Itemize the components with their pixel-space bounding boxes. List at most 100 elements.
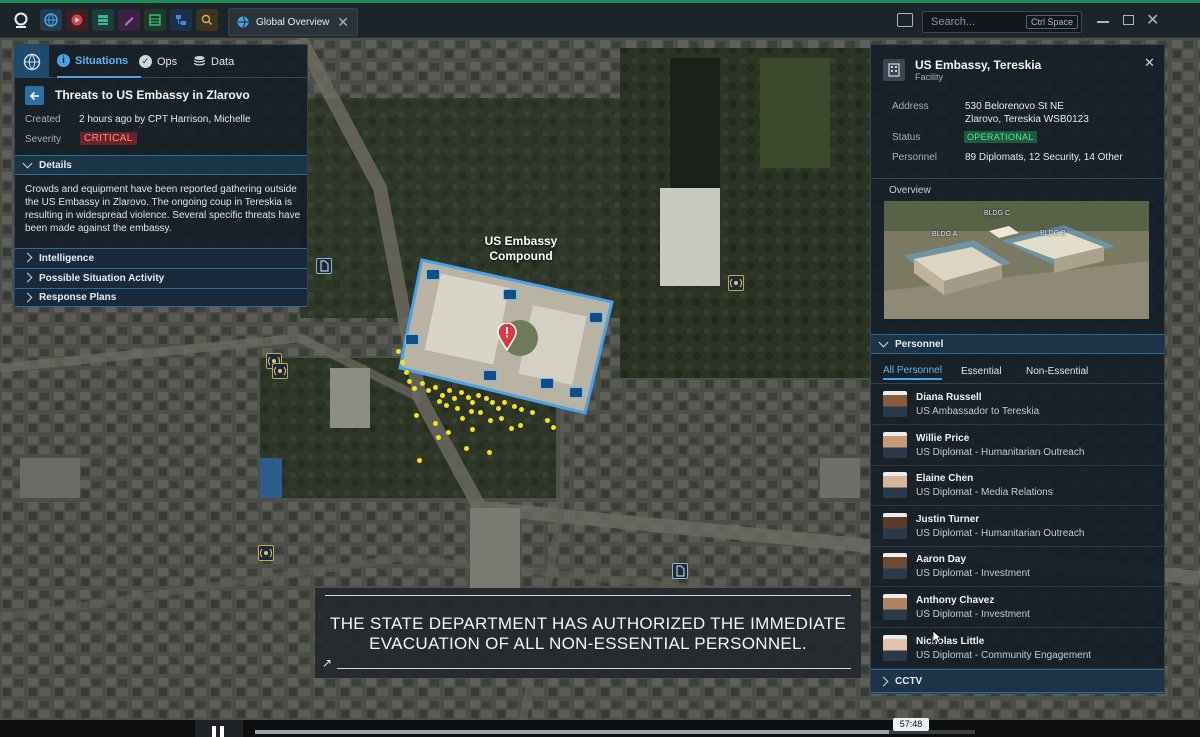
crowd-dot (407, 379, 412, 384)
details-section-header[interactable]: Details (15, 155, 307, 175)
personnel-role: US Diplomat - Community Engagement (916, 649, 1092, 661)
crowd-dot (440, 393, 445, 398)
personnel-name: Willie Price (916, 432, 970, 444)
cctv-camera-icon[interactable] (540, 378, 554, 389)
tab-all-personnel[interactable]: All Personnel (883, 365, 942, 380)
expand-arrow-icon[interactable]: ↗ (322, 656, 332, 670)
cctv-camera-icon[interactable] (426, 269, 440, 280)
inbox-icon[interactable] (897, 13, 913, 27)
table-app-icon[interactable] (144, 9, 166, 31)
crowd-dot (414, 413, 419, 418)
search-shortcut-badge: Ctrl Space (1025, 15, 1078, 29)
cctv-camera-icon[interactable] (569, 387, 583, 398)
back-arrow-icon[interactable] (25, 86, 44, 105)
search-placeholder: Search... (931, 16, 976, 28)
crowd-dot (502, 400, 507, 405)
personnel-row[interactable]: Diana Russell US Ambassador to Tereskia (871, 385, 1164, 425)
tab-essential[interactable]: Essential (961, 366, 1002, 377)
crowd-dot (455, 406, 460, 411)
intelligence-section-header[interactable]: Intelligence (15, 248, 307, 268)
personnel-role: US Diplomat - Investment (916, 568, 1030, 580)
address-line1: 530 Belorenovo St NE (965, 101, 1064, 112)
cctv-camera-icon[interactable] (405, 334, 419, 345)
app-logo-icon[interactable] (10, 9, 32, 31)
personnel-name: Justin Turner (916, 513, 980, 525)
crowd-dot (460, 416, 465, 421)
avatar (883, 553, 907, 580)
cctv-camera-icon[interactable] (589, 312, 603, 323)
personnel-row[interactable]: Nicholas Little US Diplomat - Community E… (871, 629, 1164, 669)
status-badge: OPERATIONAL (964, 131, 1037, 143)
crowd-dot (426, 388, 431, 393)
crowd-dot (420, 381, 425, 386)
crowd-dot (444, 403, 449, 408)
possible-activity-section-header[interactable]: Possible Situation Activity (15, 268, 307, 288)
crowd-dot (466, 395, 471, 400)
cctv-camera-icon[interactable] (503, 289, 517, 300)
response-plans-section-header[interactable]: Response Plans (15, 288, 307, 307)
avatar (883, 431, 907, 458)
document-marker-icon[interactable] (316, 258, 332, 274)
video-progress-track[interactable] (255, 730, 975, 734)
tab-global-overview[interactable]: Global Overview ✕ (228, 8, 358, 36)
check-circle-icon: ✓ (139, 55, 152, 68)
pause-button[interactable] (195, 720, 243, 737)
tab-non-essential[interactable]: Non-Essential (1026, 366, 1088, 377)
compound-label: US Embassy Compound (462, 234, 580, 264)
info-icon: i (57, 54, 70, 67)
personnel-row[interactable]: Elaine Chen US Diplomat - Media Relations (871, 466, 1164, 507)
tab-situations-label: Situations (75, 54, 129, 67)
personnel-name: Elaine Chen (916, 473, 974, 485)
cctv-camera-icon[interactable] (483, 370, 497, 381)
video-app-icon[interactable] (66, 9, 88, 31)
chevron-right-icon (22, 252, 33, 263)
minimize-icon[interactable] (1097, 21, 1109, 23)
top-bar: Global Overview ✕ Search... Ctrl Space ✕ (0, 0, 1200, 38)
personnel-role: US Ambassador to Tereskia (916, 406, 1040, 417)
signal-marker-icon[interactable] (728, 275, 744, 291)
crowd-dot (512, 404, 517, 409)
signal-marker-icon[interactable] (258, 545, 274, 561)
signal-marker-icon[interactable] (272, 363, 288, 379)
address-label: Address (892, 101, 929, 112)
possible-activity-label: Possible Situation Activity (39, 273, 165, 284)
personnel-header-label: Personnel (895, 338, 944, 350)
search-input[interactable]: Search... Ctrl Space (922, 11, 1082, 33)
close-window-icon[interactable]: ✕ (1146, 10, 1159, 30)
chevron-right-icon (22, 272, 33, 283)
crowd-dot (490, 400, 495, 405)
globe-icon[interactable] (15, 45, 49, 78)
cctv-section-header[interactable]: CCTV (871, 669, 1164, 693)
edit-app-icon[interactable] (118, 9, 140, 31)
tab-ops[interactable]: ✓ Ops (139, 45, 199, 78)
maximize-icon[interactable] (1123, 15, 1134, 25)
situation-panel: i Situations ✓ Ops Data Threats to US Em… (14, 44, 308, 307)
situation-title: Threats to US Embassy in Zlarovo (55, 88, 250, 102)
personnel-row[interactable]: Aaron Day US Diplomat - Investment (871, 547, 1164, 588)
close-panel-icon[interactable]: ✕ (1144, 55, 1155, 71)
tab-data[interactable]: Data (193, 45, 253, 78)
facility-overview-image[interactable]: BLDG A BLDG B BLDG C (884, 201, 1149, 319)
status-label: Status (892, 132, 921, 143)
globe-app-icon[interactable] (40, 9, 62, 31)
personnel-section-header[interactable]: Personnel (871, 334, 1164, 354)
diagram-app-icon[interactable] (170, 9, 192, 31)
crowd-dot (530, 410, 535, 415)
personnel-role: US Diplomat - Investment (916, 609, 1030, 620)
crowd-dot (484, 396, 489, 401)
personnel-row[interactable]: Anthony Chavez US Diplomat - Investment (871, 588, 1164, 628)
alert-marker-icon[interactable] (497, 322, 517, 356)
personnel-row[interactable]: Justin Turner US Diplomat - Humanitarian … (871, 507, 1164, 547)
tab-situations[interactable]: i Situations (57, 45, 141, 78)
personnel-value: 89 Diplomats, 12 Security, 14 Other (965, 152, 1123, 163)
search-app-icon[interactable] (196, 9, 218, 31)
personnel-row[interactable]: Willie Price US Diplomat - Humanitarian O… (871, 426, 1164, 466)
tab-close-icon[interactable]: ✕ (337, 14, 349, 31)
layers-app-icon[interactable] (92, 9, 114, 31)
personnel-name: Aaron Day (916, 554, 967, 566)
crowd-dot (437, 399, 442, 404)
personnel-role: US Diplomat - Humanitarian Outreach (916, 527, 1085, 539)
crowd-dot (470, 400, 475, 405)
crowd-dot (446, 430, 451, 435)
document-marker-icon[interactable] (672, 563, 688, 579)
